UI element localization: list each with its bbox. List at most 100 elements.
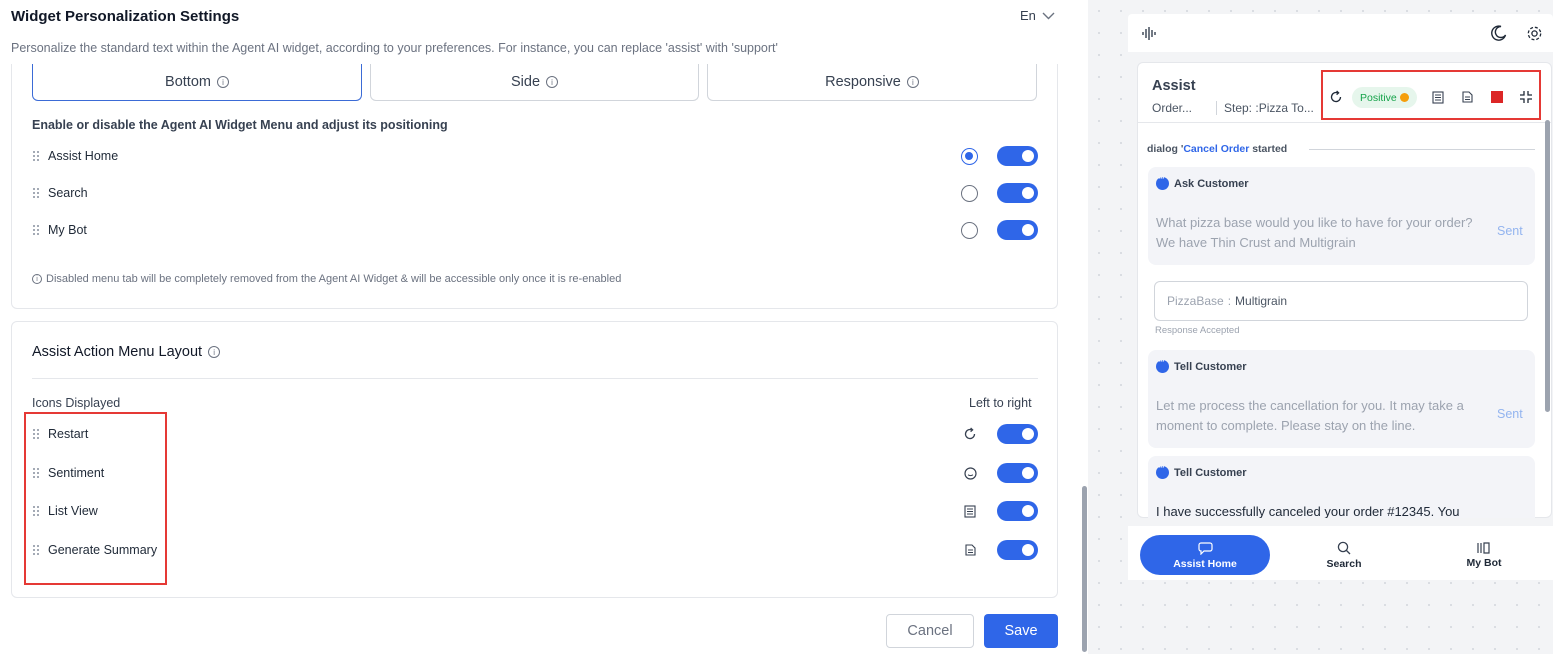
sent-status: Sent [1497, 224, 1523, 238]
search-icon [1337, 541, 1351, 554]
page-title: Widget Personalization Settings [11, 8, 240, 25]
action-item-generate-summary: Generate Summary [32, 539, 1038, 561]
menu-note-text: Disabled menu tab will be completely rem… [46, 273, 622, 285]
msg-header: Tell Customer [1156, 462, 1247, 479]
sent-status: Sent [1497, 407, 1523, 421]
highlight-box [24, 412, 167, 585]
chat-bubble-icon [1156, 173, 1169, 190]
gear-icon[interactable] [1526, 25, 1543, 42]
assist-title: Assist [1152, 78, 1196, 94]
order-label: Left to right [969, 396, 1032, 410]
nav-search[interactable]: Search [1314, 535, 1374, 575]
widget-header [1128, 14, 1553, 52]
menu-note: i Disabled menu tab will be completely r… [32, 273, 621, 285]
menu-item-label: Assist Home [48, 149, 119, 163]
tell-customer-card: Tell Customer Let me process the cancell… [1148, 350, 1535, 448]
enable-toggle[interactable] [997, 424, 1038, 444]
icons-displayed-label: Icons Displayed [32, 396, 121, 410]
assist-step-label: Step: :Pizza To... [1216, 101, 1314, 115]
action-item-sentiment: Sentiment [32, 462, 1038, 484]
tab-side-label: Side [510, 74, 541, 90]
response-value: Multigrain [1235, 294, 1288, 308]
restart-icon [962, 426, 978, 442]
divider [1138, 122, 1551, 123]
action-menu-title-text: Assist Action Menu Layout [32, 344, 203, 360]
dialog-started-line: dialog 'Cancel Order started [1147, 143, 1287, 155]
chat-bubble-icon [1156, 356, 1169, 373]
msg-text: Let me process the cancellation for you.… [1156, 398, 1464, 433]
drag-handle-icon[interactable] [32, 150, 40, 162]
enable-toggle[interactable] [997, 501, 1038, 521]
tab-responsive-label: Responsive [825, 74, 901, 90]
assist-order-label: Order... [1152, 101, 1193, 115]
drag-handle-icon[interactable] [32, 187, 40, 199]
default-radio[interactable] [961, 221, 978, 239]
cancel-button[interactable]: Cancel [886, 614, 974, 648]
chat-bubble-icon [1156, 462, 1169, 479]
enable-toggle[interactable] [997, 463, 1038, 483]
response-separator: : [1227, 294, 1232, 308]
response-accepted-label: Response Accepted [1155, 325, 1240, 336]
ask-customer-card: Ask Customer What pizza base would you l… [1148, 167, 1535, 265]
dialog-suffix: started [1249, 143, 1288, 155]
response-field[interactable]: PizzaBase : Multigrain [1154, 281, 1528, 321]
dialog-prefix: dialog ' [1147, 143, 1184, 155]
tab-bottom-label: Bottom [165, 74, 211, 90]
action-item-list-view: List View [32, 500, 1038, 522]
info-icon: i [32, 274, 42, 284]
menu-item-label: My Bot [48, 223, 87, 237]
menu-item-search: Search [32, 182, 1038, 204]
msg-text: I have successfully canceled your order … [1156, 504, 1460, 518]
msg-header-label: Ask Customer [1174, 177, 1249, 190]
msg-text: What pizza base would you like to have f… [1156, 215, 1473, 250]
scrollbar[interactable] [1545, 120, 1550, 412]
msg-header-label: Tell Customer [1174, 360, 1247, 373]
language-label: En [1020, 8, 1036, 23]
voice-wave-icon [1142, 27, 1156, 40]
chevron-down-icon [1042, 12, 1055, 19]
enable-toggle[interactable] [997, 183, 1038, 203]
save-button[interactable]: Save [984, 614, 1058, 648]
divider [1309, 149, 1535, 150]
info-icon: i [208, 346, 221, 358]
nav-assist-home[interactable]: Assist Home [1140, 535, 1270, 575]
default-radio[interactable] [961, 147, 978, 165]
drag-handle-icon[interactable] [32, 224, 40, 236]
page-subtitle: Personalize the standard text within the… [11, 41, 778, 55]
nav-label: Assist Home [1173, 557, 1237, 570]
tab-responsive[interactable]: Responsive i [707, 64, 1037, 101]
info-icon: i [216, 76, 229, 88]
tab-bottom[interactable]: Bottom i [32, 64, 362, 101]
msg-header-label: Tell Customer [1174, 466, 1247, 479]
enable-toggle[interactable] [997, 220, 1038, 240]
nav-label: Search [1326, 557, 1362, 570]
action-item-restart: Restart [32, 423, 1038, 445]
msg-header: Tell Customer [1156, 356, 1247, 373]
settings-panel: Widget Personalization Settings En Perso… [0, 0, 1088, 654]
bot-icon [1477, 542, 1490, 554]
summary-icon [962, 542, 978, 558]
nav-my-bot[interactable]: My Bot [1454, 535, 1514, 575]
moon-icon[interactable] [1490, 25, 1507, 42]
response-key: PizzaBase [1167, 294, 1224, 308]
nav-label: My Bot [1466, 557, 1502, 569]
dialog-name[interactable]: Cancel Order [1183, 143, 1249, 155]
menu-item-label: Search [48, 186, 88, 200]
list-view-icon [962, 503, 978, 519]
language-selector[interactable]: En [1020, 8, 1055, 23]
info-icon: i [906, 76, 919, 88]
action-menu-title: Assist Action Menu Layout i [32, 344, 221, 360]
default-radio[interactable] [961, 184, 978, 202]
sentiment-icon [962, 465, 978, 481]
tab-side[interactable]: Side i [370, 64, 699, 101]
enable-toggle[interactable] [997, 540, 1038, 560]
menu-item-my-bot: My Bot [32, 219, 1038, 241]
divider [32, 378, 1038, 379]
enable-toggle[interactable] [997, 146, 1038, 166]
scrollbar[interactable] [1082, 486, 1087, 652]
msg-header: Ask Customer [1156, 173, 1249, 190]
menu-item-assist-home: Assist Home [32, 145, 1038, 167]
menu-section-label: Enable or disable the Agent AI Widget Me… [32, 118, 448, 132]
chat-icon [1197, 541, 1213, 555]
info-icon: i [546, 76, 559, 88]
